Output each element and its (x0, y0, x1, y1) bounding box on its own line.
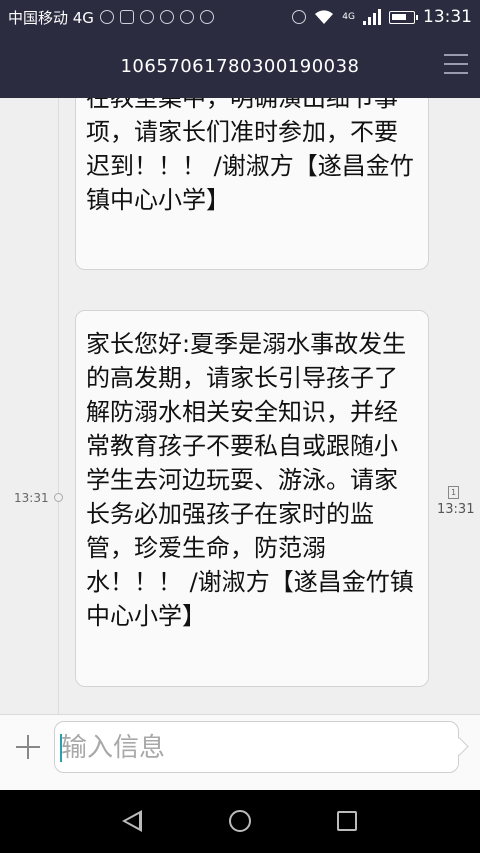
home-icon[interactable] (229, 810, 251, 832)
compose-bar: 输入信息 (0, 714, 480, 782)
wifi-call-icon (99, 10, 114, 24)
message-bubble[interactable]: 在教室集中，明确演出细节事项，请家长们准时参加，不要迟到！！！ /谢淑方【遂昌金… (75, 98, 429, 270)
add-attachment-button[interactable] (14, 733, 42, 761)
sender-number: 10657061780300190038 (120, 55, 360, 77)
message-input[interactable]: 输入信息 (54, 721, 459, 773)
image-icon (119, 10, 134, 24)
refresh-icon (199, 10, 214, 24)
app-icon (159, 10, 174, 24)
browser-icon (139, 10, 154, 24)
status-time: 13:31 (423, 7, 472, 27)
sim-card-icon: 1 (448, 486, 459, 499)
message-list[interactable]: 在教室集中，明确演出细节事项，请家长们准时参加，不要迟到！！！ /谢淑方【遂昌金… (0, 98, 480, 714)
received-time: 13:31 (437, 502, 475, 517)
back-icon[interactable] (122, 810, 142, 832)
wifi-icon (315, 10, 334, 24)
recents-icon[interactable] (337, 811, 357, 831)
compose-bar-bottom (0, 782, 480, 790)
message-input-placeholder: 输入信息 (61, 733, 166, 763)
alarm-icon (292, 10, 307, 24)
shield-icon (179, 10, 194, 24)
message-time: 13:31 (14, 491, 49, 505)
network-type-label: 4G (342, 12, 355, 22)
carrier-label: 中国移动 4G (8, 8, 94, 27)
menu-icon[interactable] (444, 54, 468, 74)
signal-icon (363, 9, 381, 25)
status-bar: 中国移动 4G 4G 13:31 (0, 0, 480, 34)
navigation-bar (0, 790, 480, 853)
conversation-header: 10657061780300190038 (0, 34, 480, 98)
timeline-line (58, 98, 59, 714)
battery-icon (389, 10, 418, 24)
timeline-dot (54, 493, 63, 502)
message-bubble[interactable]: 家长您好:夏季是溺水事故发生的高发期，请家长引导孩子了解防溺水相关安全知识，并经… (75, 310, 429, 687)
